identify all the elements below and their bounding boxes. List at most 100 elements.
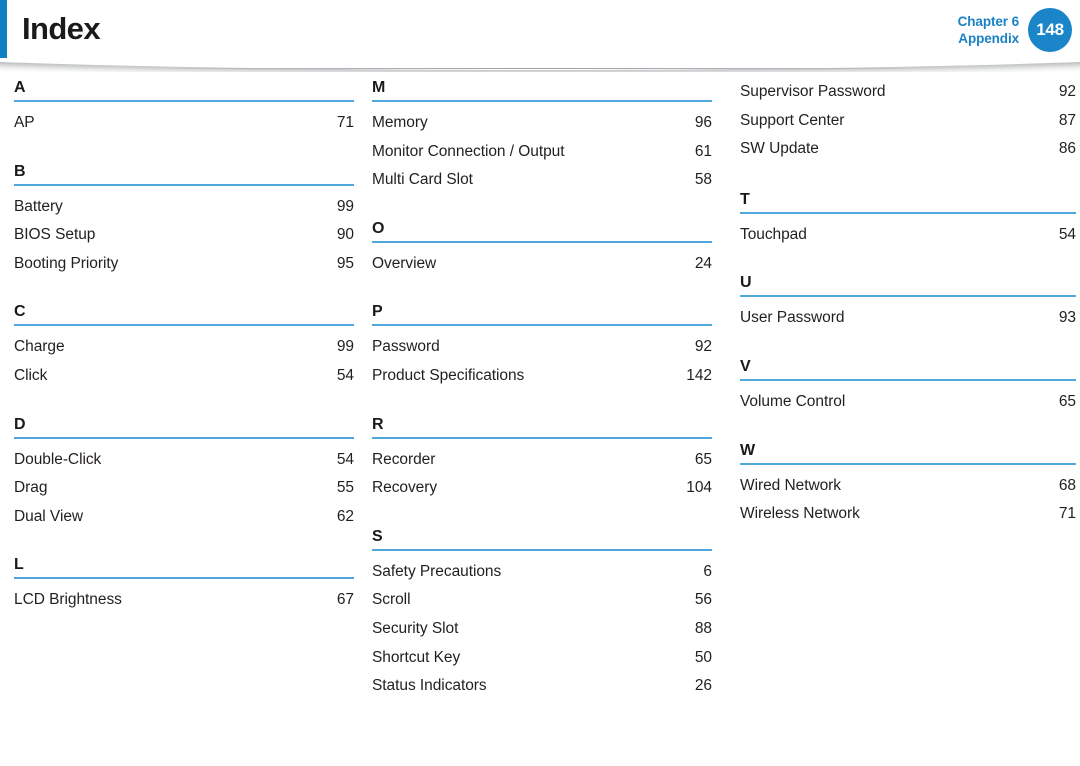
index-entry-page: 95 bbox=[336, 254, 354, 272]
index-letter-heading: A bbox=[14, 78, 354, 102]
index-entry-page: 54 bbox=[336, 366, 354, 384]
index-content: A AP 71 B Battery 99 BIOS Setup 90 Booting Prior… bbox=[0, 78, 1080, 701]
index-entry-term: Click bbox=[14, 366, 48, 384]
index-entry[interactable]: Multi Card Slot 58 bbox=[372, 166, 712, 195]
header-divider-line bbox=[150, 68, 930, 69]
index-letter-group-b: B Battery 99 BIOS Setup 90 Booting Priority 95 bbox=[14, 162, 354, 279]
index-entry-list: AP 71 bbox=[14, 109, 354, 138]
index-entry-page: 92 bbox=[694, 338, 712, 356]
index-entry-term: Wired Network bbox=[740, 476, 841, 494]
index-entry-page: 68 bbox=[1058, 476, 1076, 494]
index-entry[interactable]: SW Update 86 bbox=[740, 135, 1076, 164]
index-letter-group-p: P Password 92 Product Specifications 142 bbox=[372, 302, 712, 390]
chapter-label: Chapter 6 Appendix bbox=[958, 13, 1019, 47]
index-entry[interactable]: Booting Priority 95 bbox=[14, 250, 354, 279]
page-title: Index bbox=[22, 11, 101, 46]
index-letter-heading: S bbox=[372, 527, 712, 551]
index-letter-group-m: M Memory 96 Monitor Connection / Output 61 Mu… bbox=[372, 78, 712, 195]
index-entry-page: 54 bbox=[336, 450, 354, 468]
index-entry[interactable]: Monitor Connection / Output 61 bbox=[372, 138, 712, 167]
index-entry-list: Charge 99 Click 54 bbox=[14, 333, 354, 390]
index-entry[interactable]: Battery 99 bbox=[14, 193, 354, 222]
index-entry[interactable]: AP 71 bbox=[14, 109, 354, 138]
index-entry[interactable]: Drag 55 bbox=[14, 474, 354, 503]
index-entry[interactable]: Support Center 87 bbox=[740, 107, 1076, 136]
index-entry[interactable]: LCD Brightness 67 bbox=[14, 586, 354, 615]
index-entry-term: Safety Precautions bbox=[372, 562, 502, 580]
index-entry-term: Scroll bbox=[372, 591, 411, 609]
index-entry-term: Shortcut Key bbox=[372, 648, 461, 666]
index-entry-term: Battery bbox=[14, 197, 63, 215]
index-entry-term: Overview bbox=[372, 254, 437, 272]
index-letter-group-w: W Wired Network 68 Wireless Network 71 bbox=[740, 441, 1076, 529]
index-entry[interactable]: Click 54 bbox=[14, 362, 354, 391]
index-entry-list: Safety Precautions 6 Scroll 56 Security Slot… bbox=[372, 558, 712, 701]
index-entry-term: Product Specifications bbox=[372, 366, 525, 384]
index-entry-list: Battery 99 BIOS Setup 90 Booting Priority 95 bbox=[14, 193, 354, 279]
index-letter-heading: M bbox=[372, 78, 712, 102]
index-entry-term: Password bbox=[372, 338, 440, 356]
index-entry-term: Security Slot bbox=[372, 619, 459, 637]
index-letter-group-v: V Volume Control 65 bbox=[740, 357, 1076, 417]
index-entry[interactable]: Dual View 62 bbox=[14, 503, 354, 532]
index-entry-term: Charge bbox=[14, 338, 65, 356]
index-entry[interactable]: Volume Control 65 bbox=[740, 388, 1076, 417]
index-entry-page: 58 bbox=[694, 171, 712, 189]
index-entry[interactable]: Security Slot 88 bbox=[372, 615, 712, 644]
index-entry-page: 104 bbox=[686, 479, 712, 497]
index-entry[interactable]: User Password 93 bbox=[740, 304, 1076, 333]
index-entry[interactable]: Supervisor Password 92 bbox=[740, 78, 1076, 107]
index-entry-list: Wired Network 68 Wireless Network 71 bbox=[740, 472, 1076, 529]
index-entry[interactable]: Overview 24 bbox=[372, 250, 712, 279]
index-entry-term: Memory bbox=[372, 114, 428, 131]
index-entry-list: Touchpad 54 bbox=[740, 221, 1076, 250]
index-entry-term: Wireless Network bbox=[740, 505, 860, 523]
index-letter-group-a: A AP 71 bbox=[14, 78, 354, 138]
index-entry-page: 90 bbox=[336, 226, 354, 244]
index-entry[interactable]: Scroll 56 bbox=[372, 586, 712, 615]
index-entry-page: 65 bbox=[694, 450, 712, 468]
index-entry[interactable]: Shortcut Key 50 bbox=[372, 644, 712, 673]
index-entry-term: Recovery bbox=[372, 479, 438, 497]
index-entry-page: 71 bbox=[1058, 505, 1076, 523]
index-letter-group-d: D Double-Click 54 Drag 55 Dual View 62 bbox=[14, 415, 354, 532]
chapter-number-label: Chapter 6 bbox=[957, 14, 1019, 29]
index-entry[interactable]: Memory 96 bbox=[372, 109, 712, 138]
index-entry-term: SW Update bbox=[740, 140, 819, 158]
index-entry-term: BIOS Setup bbox=[14, 226, 96, 244]
index-entry-list: LCD Brightness 67 bbox=[14, 586, 354, 615]
index-entry-page: 61 bbox=[694, 142, 712, 160]
index-entry-term: Recorder bbox=[372, 450, 436, 468]
index-entry[interactable]: Touchpad 54 bbox=[740, 221, 1076, 250]
index-entry[interactable]: Double-Click 54 bbox=[14, 446, 354, 475]
index-entry-list: Memory 96 Monitor Connection / Output 61 Mul… bbox=[372, 109, 712, 195]
index-column-3: Supervisor Password 92 Support Center 87 SW … bbox=[740, 78, 1076, 529]
index-letter-heading: R bbox=[372, 415, 712, 439]
index-entry[interactable]: Charge 99 bbox=[14, 333, 354, 362]
index-entry-page: 62 bbox=[336, 507, 354, 525]
index-entry[interactable]: BIOS Setup 90 bbox=[14, 221, 354, 250]
index-entry[interactable]: Product Specifications 142 bbox=[372, 362, 712, 391]
index-entry-term: Supervisor Password bbox=[740, 83, 886, 100]
index-letter-group-l: L LCD Brightness 67 bbox=[14, 555, 354, 615]
index-entry-term: AP bbox=[14, 114, 35, 131]
index-letter-heading: D bbox=[14, 415, 354, 439]
index-entry[interactable]: Recovery 104 bbox=[372, 474, 712, 503]
index-entry[interactable]: Safety Precautions 6 bbox=[372, 558, 712, 587]
index-entry[interactable]: Wired Network 68 bbox=[740, 472, 1076, 501]
index-letter-group-u: U User Password 93 bbox=[740, 273, 1076, 333]
index-entry-list: User Password 93 bbox=[740, 304, 1076, 333]
index-letter-group-o: O Overview 24 bbox=[372, 219, 712, 279]
index-entry[interactable]: Wireless Network 71 bbox=[740, 500, 1076, 529]
index-entry[interactable]: Status Indicators 26 bbox=[372, 672, 712, 701]
index-entry[interactable]: Password 92 bbox=[372, 333, 712, 362]
index-entry-term: Volume Control bbox=[740, 392, 846, 410]
index-entry-page: 99 bbox=[336, 197, 354, 215]
index-entry[interactable]: Recorder 65 bbox=[372, 446, 712, 475]
